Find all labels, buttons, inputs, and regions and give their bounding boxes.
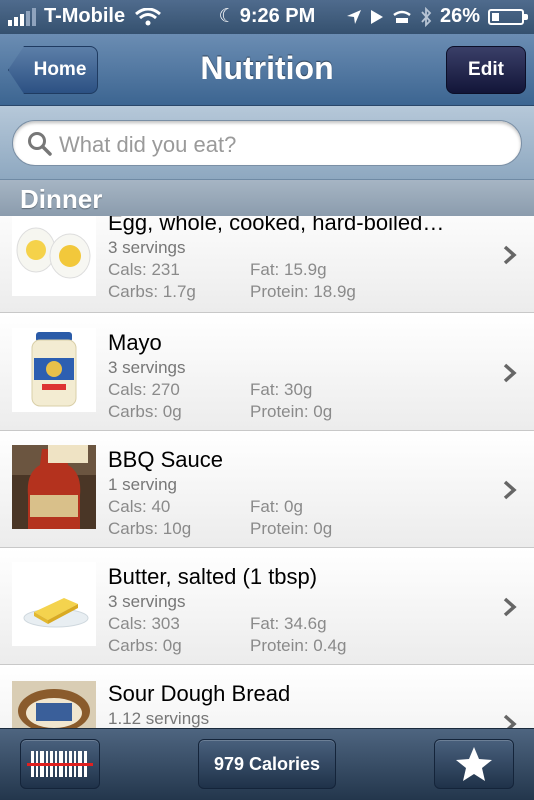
list-item[interactable]: Butter, salted (1 tbsp) 3 servings Cals:… [0,548,534,665]
list-item[interactable]: Sour Dough Bread 1.12 servings [0,665,534,728]
status-right: 26% [346,5,528,28]
item-carbs: Carbs: 0g [108,402,182,421]
item-protein: Protein: 18.9g [250,282,356,301]
status-time: 9:26 PM [239,5,316,27]
chevron-right-icon [503,597,517,617]
bbq-sauce-bottle-image [12,445,96,529]
section-header-dinner: Dinner [0,180,534,216]
item-calories: Cals: 303 [108,614,180,633]
barcode-scan-button[interactable] [20,739,100,789]
item-carbs: Carbs: 1.7g [108,282,196,301]
edit-button[interactable]: Edit [446,46,526,94]
item-fat: Fat: 15.9g [250,260,327,279]
bread-image [12,681,96,728]
item-name: Sour Dough Bread [108,681,291,706]
mayo-jar-image [12,328,96,412]
search-icon [28,132,52,156]
item-carbs: Carbs: 10g [108,519,192,538]
calories-total-button[interactable]: 979 Calories [198,739,336,789]
item-calories: Cals: 40 [108,497,171,516]
chevron-right-icon [503,245,517,265]
tty-icon [393,10,411,23]
item-servings: 1 serving [108,475,177,494]
item-protein: Protein: 0g [250,519,333,538]
item-servings: 3 servings [108,238,186,257]
item-name: Butter, salted (1 tbsp) [108,564,318,589]
search-input[interactable]: What did you eat? [12,120,522,166]
egg-image [12,216,96,296]
chevron-right-icon [503,363,517,383]
status-bar: T-Mobile ☾ 9:26 PM 26% [0,0,534,34]
search-bar: What did you eat? [0,106,534,180]
item-protein: Protein: 0g [250,402,333,421]
item-fat: Fat: 34.6g [250,614,327,633]
food-list: Egg, whole, cooked, hard-boiled… 3 servi… [0,216,534,728]
play-icon [370,9,383,24]
search-placeholder: What did you eat? [59,132,237,157]
battery-fill [492,12,499,21]
item-servings: 3 servings [108,592,186,611]
chevron-right-icon [503,714,517,728]
item-carbs: Carbs: 0g [108,636,182,655]
item-servings: 1.12 servings [108,709,210,728]
list-item[interactable]: Mayo 3 servings Cals: 270 Fat: 30g Carbs… [0,314,534,431]
item-name: Mayo [108,330,162,355]
moon-icon: ☾ [218,6,236,27]
favorites-button[interactable] [434,739,514,789]
bottom-toolbar: 979 Calories [0,728,534,800]
item-calories: Cals: 270 [108,380,180,399]
item-name: BBQ Sauce [108,447,223,472]
list-item[interactable]: BBQ Sauce 1 serving Cals: 40 Fat: 0g Car… [0,431,534,548]
item-protein: Protein: 0.4g [250,636,347,655]
butter-image [12,562,96,646]
item-servings: 3 servings [108,358,186,377]
bluetooth-icon [421,6,432,27]
list-item[interactable]: Egg, whole, cooked, hard-boiled… 3 servi… [0,216,534,313]
navigation-bar: Home Nutrition Edit [0,34,534,106]
chevron-right-icon [503,480,517,500]
item-name: Egg, whole, cooked, hard-boiled… [108,216,445,235]
item-calories: Cals: 231 [108,260,180,279]
item-fat: Fat: 0g [250,497,303,516]
battery-icon [488,8,528,25]
location-icon [346,9,361,24]
battery-percent: 26% [439,5,480,27]
item-fat: Fat: 30g [250,380,313,399]
star-icon [456,747,492,781]
barcode-scanner-icon [27,751,93,777]
